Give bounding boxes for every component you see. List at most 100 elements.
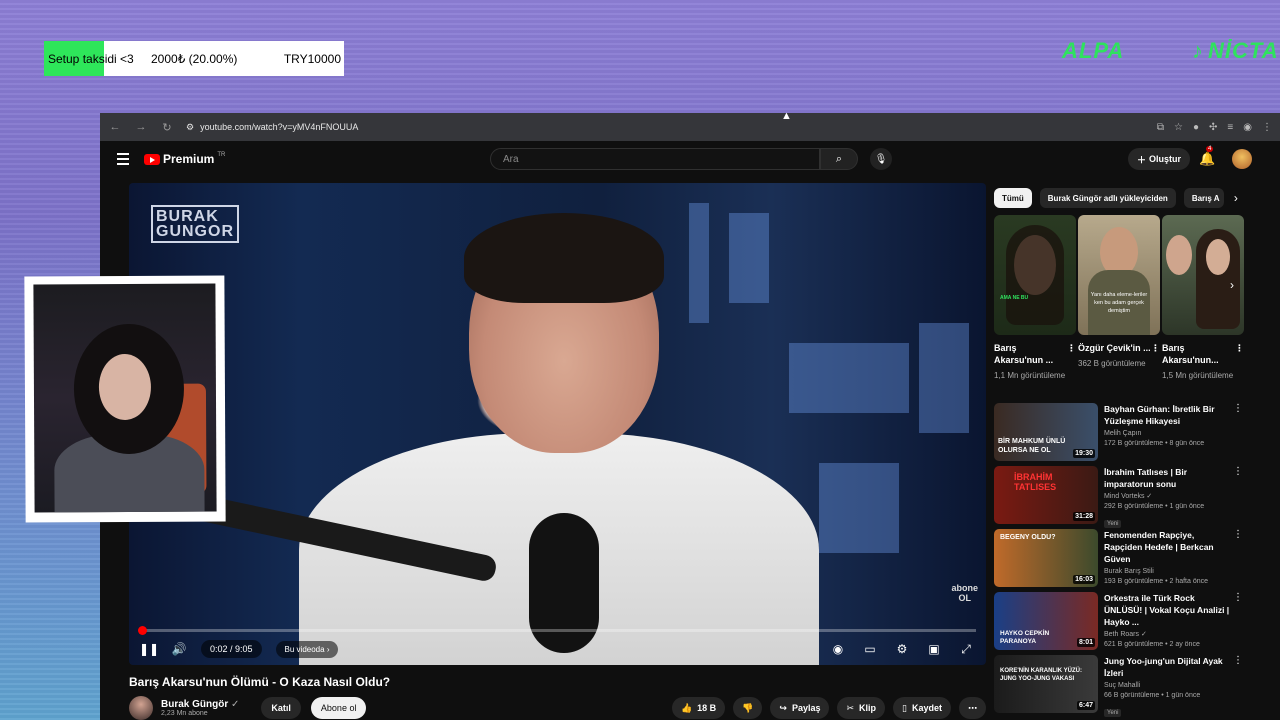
bookmark-star-icon[interactable]: ☆ <box>1174 122 1183 133</box>
list-item[interactable]: BEGENY OLDU? 16:03 Fenomenden Rapçiye, R… <box>994 529 1244 592</box>
more-actions-button[interactable]: ⋯ <box>959 697 986 719</box>
subscribe-button[interactable]: Abone ol <box>310 697 367 719</box>
bookshelf-decor <box>789 343 909 413</box>
more-vertical-icon[interactable]: ⋮ <box>1232 592 1244 655</box>
video-thumbnail[interactable]: BİR MAHKUM ÜNLÜ OLURSA NE OL 19:30 <box>994 403 1098 461</box>
dislike-button[interactable]: 👎 <box>733 697 763 719</box>
list-item[interactable]: HAYKO CEPKİN PARANOYA 8:01 Orkestra ile … <box>994 592 1244 655</box>
more-vertical-icon[interactable]: ⋮ <box>1151 342 1160 354</box>
short-item[interactable]: Barış Akarsu'nun... ⋮ 1,5 Mn görüntüleme <box>1162 215 1244 381</box>
youtube-logo[interactable]: Premium TR <box>144 152 225 166</box>
video-duration: 8:01 <box>1076 638 1095 647</box>
reload-icon[interactable]: ↻ <box>160 121 174 134</box>
short-thumbnail[interactable] <box>1162 215 1244 335</box>
subtitles-icon[interactable]: ▭ <box>862 641 878 657</box>
channel-avatar[interactable] <box>129 696 153 720</box>
channel-watermark: BURAK GUNGOR <box>151 205 239 243</box>
clip-button[interactable]: ✂ Klip <box>837 697 886 719</box>
short-thumbnail[interactable]: Yanı daha eleme-leriler ken bu adam gerç… <box>1078 215 1160 335</box>
save-button[interactable]: ▯ Kaydet <box>893 697 951 719</box>
more-vertical-icon[interactable]: ⋮ <box>1067 342 1076 366</box>
menu-icon[interactable] <box>117 153 129 168</box>
more-vertical-icon[interactable]: ⋮ <box>1232 403 1244 466</box>
recommendations-list: BİR MAHKUM ÜNLÜ OLURSA NE OL 19:30 Bayha… <box>994 403 1244 718</box>
more-vertical-icon[interactable]: ⋮ <box>1232 466 1244 529</box>
video-thumbnail[interactable]: KORE'NİN KARANLIK YÜZÜ: JUNG YOO-JUNG VA… <box>994 655 1098 713</box>
forward-icon[interactable]: → <box>134 121 148 133</box>
list-item[interactable]: İBRAHİM TATLISES 31:28 İbrahim Tatlıses … <box>994 466 1244 529</box>
video-title[interactable]: Orkestra ile Türk Rock ÜNLÜSÜ! | Vokal K… <box>1104 592 1232 628</box>
progress-knob[interactable] <box>138 626 148 635</box>
browser-window: ← → ↻ ⚙ youtube.com/watch?v=yMV4nFNOUUA … <box>100 113 1280 720</box>
chip-baris[interactable]: Barış A <box>1183 188 1224 208</box>
share-button[interactable]: ↪ Paylaş <box>770 697 830 719</box>
video-title[interactable]: Fenomenden Rapçiye, Rapçiden Hedefe | Be… <box>1104 529 1232 565</box>
channel-name[interactable]: Burak Güngör ✓ <box>161 699 239 710</box>
back-icon[interactable]: ← <box>108 121 122 133</box>
list-item[interactable]: BİR MAHKUM ÜNLÜ OLURSA NE OL 19:30 Bayha… <box>994 403 1244 466</box>
site-info-icon[interactable]: ⚙ <box>186 122 194 133</box>
chevron-right-icon[interactable]: › <box>1234 191 1238 205</box>
chapter-button[interactable]: Bu videoda › <box>275 640 339 658</box>
short-title: Barış Akarsu'nun ... ⋮ <box>994 342 1076 366</box>
search-input[interactable]: Ara <box>490 148 820 170</box>
donation-goal-label: Setup taksidi <3 <box>48 51 134 66</box>
video-channel[interactable]: Mind Vorteks ✓ <box>1104 492 1232 502</box>
video-thumbnail[interactable]: İBRAHİM TATLISES 31:28 <box>994 466 1098 524</box>
video-title[interactable]: İbrahim Tatlıses | Bir imparatorun sonu <box>1104 466 1232 490</box>
chip-all[interactable]: Tümü <box>994 188 1032 208</box>
settings-gear-icon[interactable]: ⚙ <box>894 641 910 657</box>
scissors-icon: ✂ <box>846 702 855 713</box>
short-item[interactable]: AMA NE BU Barış Akarsu'nun ... ⋮ 1,1 Mn g… <box>994 215 1076 381</box>
short-views: 1,1 Mn görüntüleme <box>994 371 1066 380</box>
extensions-icon[interactable]: ✣ <box>1209 122 1217 133</box>
video-channel[interactable]: Suç Mahalli <box>1104 681 1232 691</box>
volume-icon[interactable]: 🔊 <box>171 641 187 657</box>
short-thumbnail[interactable]: AMA NE BU <box>994 215 1076 335</box>
install-icon[interactable]: ⧉ <box>1157 122 1164 133</box>
more-vertical-icon[interactable]: ⋮ <box>1235 342 1244 366</box>
bookshelf-decor <box>819 463 899 553</box>
tiktok-handle: NİCTA <box>1208 38 1279 63</box>
donation-goal-bar: Setup taksidi <3 2000₺ (20.00%) TRY10000 <box>44 41 344 76</box>
chevron-right-icon[interactable]: › <box>1230 278 1234 292</box>
progress-bar[interactable] <box>138 626 976 635</box>
video-thumbnail[interactable]: BEGENY OLDU? 16:03 <box>994 529 1098 587</box>
fullscreen-icon[interactable]: ⤢ <box>958 641 974 657</box>
new-badge: Yeni <box>1104 709 1122 717</box>
address-bar[interactable]: ⚙ youtube.com/watch?v=yMV4nFNOUUA <box>186 122 1145 133</box>
reading-list-icon[interactable]: ≡ <box>1227 122 1233 133</box>
account-avatar[interactable] <box>1232 149 1252 169</box>
miniplayer-icon[interactable]: ▣ <box>926 641 942 657</box>
pause-icon[interactable]: ❚❚ <box>139 641 159 657</box>
voice-search-button[interactable]: 🎙 <box>870 148 892 170</box>
subscribe-badge[interactable]: abone OL <box>951 583 978 603</box>
search-button[interactable]: ⌕ <box>820 148 858 170</box>
list-item[interactable]: KORE'NİN KARANLIK YÜZÜ: JUNG YOO-JUNG VA… <box>994 655 1244 718</box>
verified-icon: ✓ <box>231 699 240 710</box>
like-button[interactable]: 👍 18 B <box>671 697 726 719</box>
video-thumbnail[interactable]: HAYKO CEPKİN PARANOYA 8:01 <box>994 592 1098 650</box>
browser-toolbar: ← → ↻ ⚙ youtube.com/watch?v=yMV4nFNOUUA … <box>100 113 1280 141</box>
join-button[interactable]: Katıl <box>261 697 301 719</box>
video-title[interactable]: Jung Yoo-jung'un Dijital Ayak İzleri <box>1104 655 1232 679</box>
notifications-button[interactable]: 🔔 4 <box>1199 146 1215 167</box>
bookmark-icon: ▯ <box>902 702 907 713</box>
video-channel[interactable]: Beth Roars ✓ <box>1104 630 1232 640</box>
subscriber-count: 2,23 Mn abone <box>161 710 208 717</box>
autoplay-icon[interactable]: ◉ <box>830 641 846 657</box>
short-item[interactable]: Yanı daha eleme-leriler ken bu adam gerç… <box>1078 215 1160 381</box>
filter-chips: Tümü Burak Güngör adlı yükleyiciden Barı… <box>994 188 1238 208</box>
video-channel[interactable]: Melih Çapın <box>1104 429 1232 439</box>
more-vertical-icon[interactable]: ⋮ <box>1232 655 1244 718</box>
profile-icon[interactable]: ◉ <box>1243 122 1252 133</box>
extension-color-icon[interactable]: ● <box>1193 122 1199 133</box>
browser-menu-icon[interactable]: ⋮ <box>1262 122 1272 133</box>
video-title[interactable]: Bayhan Gürhan: İbretlik Bir Yüzleşme Hik… <box>1104 403 1232 427</box>
short-thumb-caption: Yanı daha eleme-leriler ken bu adam gerç… <box>1090 292 1148 314</box>
video-player[interactable]: BURAK GUNGOR abone OL ❚❚ 🔊 0:02 / 9:05 B… <box>129 183 986 665</box>
create-button[interactable]: ＋ Oluştur <box>1128 148 1191 170</box>
video-channel[interactable]: Burak Barış Stili <box>1104 567 1232 577</box>
more-vertical-icon[interactable]: ⋮ <box>1232 529 1244 592</box>
chip-from-uploader[interactable]: Burak Güngör adlı yükleyiciden <box>1039 188 1176 208</box>
